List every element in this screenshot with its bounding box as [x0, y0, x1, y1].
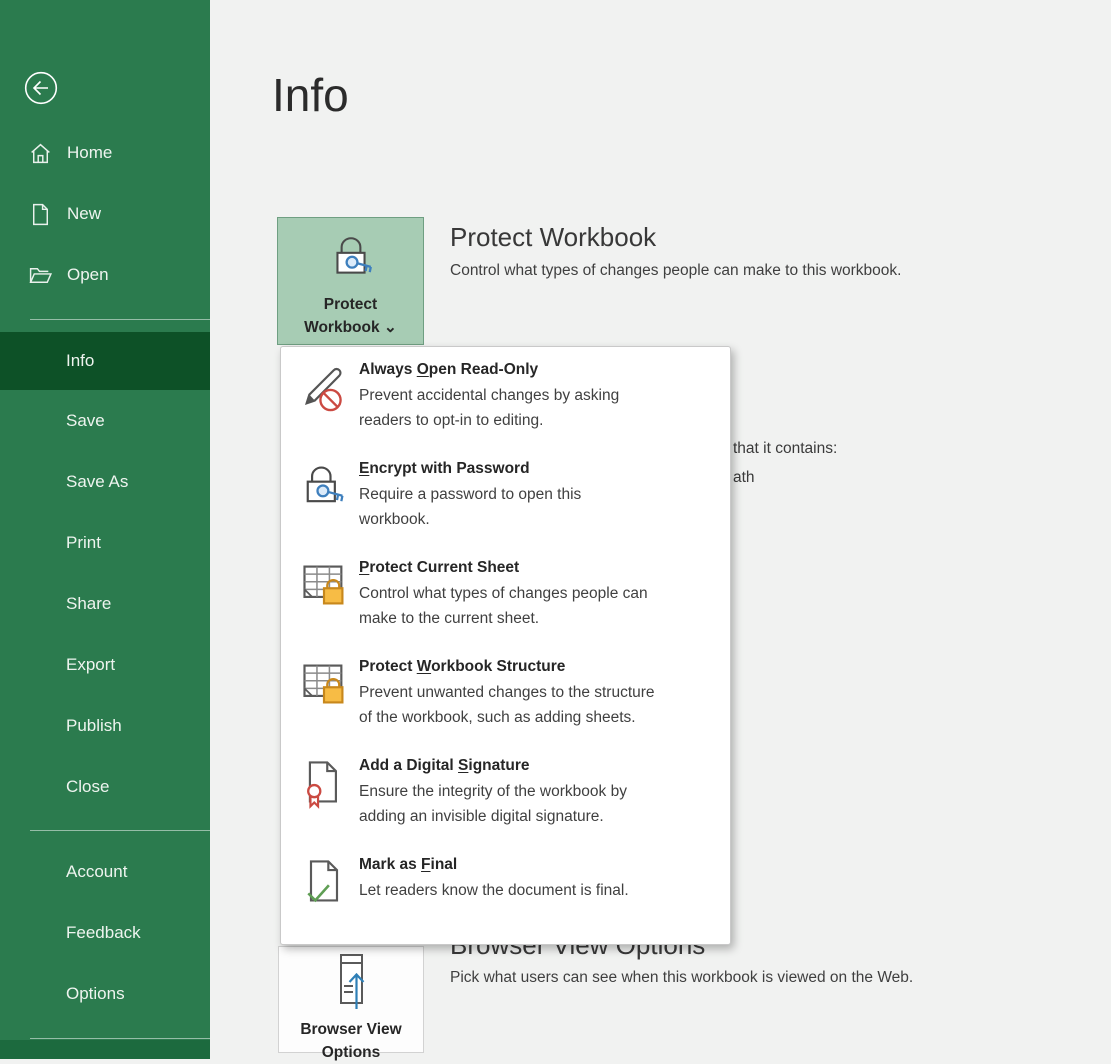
menu-item-description: Let readers know the document is final. — [359, 878, 730, 903]
menu-item-description: Require a password to open thisworkbook. — [359, 482, 730, 532]
browser-view-options-button[interactable]: Browser View Options — [278, 946, 424, 1053]
menu-item-mark-as-final[interactable]: Mark as Final Let readers know the docum… — [281, 848, 730, 947]
sidebar-item-label: New — [67, 204, 101, 224]
open-folder-icon — [28, 263, 53, 288]
sidebar-item-save-as[interactable]: Save As — [0, 460, 210, 504]
menu-item-protect-workbook-structure[interactable]: Protect Workbook Structure Prevent unwan… — [281, 650, 730, 749]
sidebar-item-label: Print — [66, 533, 101, 553]
menu-item-description: Prevent unwanted changes to the structur… — [359, 680, 730, 730]
read-only-icon — [298, 361, 350, 413]
sidebar-item-feedback[interactable]: Feedback — [0, 911, 210, 955]
new-document-icon — [28, 202, 53, 227]
sidebar-item-new[interactable]: New — [0, 192, 210, 236]
protect-workbook-button[interactable]: Protect Workbook ⌄ — [277, 217, 424, 345]
sidebar-item-label: Feedback — [66, 923, 141, 943]
menu-item-encrypt-with-password[interactable]: Encrypt with Password Require a password… — [281, 452, 730, 551]
sidebar-item-publish[interactable]: Publish — [0, 704, 210, 748]
sidebar: Home New Open Info Save Save As Print Sh… — [0, 0, 210, 1059]
lock-key-icon — [326, 232, 376, 287]
browser-view-icon — [327, 953, 375, 1016]
protect-section-description: Control what types of changes people can… — [450, 262, 901, 280]
sidebar-item-open[interactable]: Open — [0, 253, 210, 297]
inspect-workbook-text-fragment: that it contains: — [733, 440, 837, 458]
back-arrow-icon — [23, 93, 59, 110]
menu-item-title: Encrypt with Password — [359, 460, 730, 478]
sidebar-item-label: Save — [66, 411, 105, 431]
sidebar-item-options[interactable]: Options — [0, 972, 210, 1016]
mark-final-icon — [298, 856, 350, 908]
sidebar-item-label: Close — [66, 777, 109, 797]
sidebar-item-print[interactable]: Print — [0, 521, 210, 565]
digital-signature-icon — [298, 757, 350, 809]
sidebar-item-close[interactable]: Close — [0, 765, 210, 809]
browser-view-button-label: Browser View Options — [288, 1018, 414, 1064]
encrypt-password-icon — [298, 460, 350, 512]
menu-item-description: Control what types of changes people can… — [359, 581, 730, 631]
home-icon — [28, 141, 53, 166]
protect-structure-icon — [298, 658, 350, 710]
menu-item-title: Mark as Final — [359, 856, 730, 874]
chevron-down-icon: ⌄ — [384, 319, 397, 336]
menu-item-always-open-read-only[interactable]: Always Open Read-Only Prevent accidental… — [281, 353, 730, 452]
menu-item-title: Always Open Read-Only — [359, 361, 730, 379]
sidebar-item-label: Home — [67, 143, 112, 163]
menu-item-title: Add a Digital Signature — [359, 757, 730, 775]
sidebar-item-label: Open — [67, 265, 109, 285]
menu-item-description: Prevent accidental changes by askingread… — [359, 383, 730, 433]
inspect-workbook-text-fragment: ath — [733, 469, 755, 487]
sidebar-item-label: Account — [66, 862, 127, 882]
protect-section-heading: Protect Workbook — [450, 222, 656, 253]
sidebar-divider — [30, 1038, 210, 1039]
sidebar-item-label: Export — [66, 655, 115, 675]
sidebar-item-label: Save As — [66, 472, 128, 492]
sidebar-bottom-strip — [0, 1040, 210, 1059]
browser-view-description: Pick what users can see when this workbo… — [450, 969, 913, 987]
protect-workbook-dropdown-menu: Always Open Read-Only Prevent accidental… — [280, 346, 731, 945]
sidebar-item-label: Info — [66, 351, 94, 371]
sidebar-item-label: Share — [66, 594, 111, 614]
menu-item-title: Protect Workbook Structure — [359, 658, 730, 676]
sidebar-divider — [30, 830, 210, 831]
sidebar-item-info[interactable]: Info — [0, 332, 210, 390]
protect-sheet-icon — [298, 559, 350, 611]
sidebar-item-save[interactable]: Save — [0, 399, 210, 443]
sidebar-item-label: Options — [66, 984, 125, 1004]
sidebar-item-label: Publish — [66, 716, 122, 736]
sidebar-item-account[interactable]: Account — [0, 850, 210, 894]
menu-item-add-digital-signature[interactable]: Add a Digital Signature Ensure the integ… — [281, 749, 730, 848]
menu-item-title: Protect Current Sheet — [359, 559, 730, 577]
menu-item-protect-current-sheet[interactable]: Protect Current Sheet Control what types… — [281, 551, 730, 650]
sidebar-item-home[interactable]: Home — [0, 131, 210, 175]
protect-workbook-button-label: Protect Workbook ⌄ — [293, 293, 409, 339]
page-title: Info — [272, 68, 349, 122]
menu-item-description: Ensure the integrity of the workbook bya… — [359, 779, 730, 829]
sidebar-item-share[interactable]: Share — [0, 582, 210, 626]
sidebar-item-export[interactable]: Export — [0, 643, 210, 687]
back-button[interactable] — [23, 70, 59, 106]
sidebar-divider — [30, 319, 210, 320]
